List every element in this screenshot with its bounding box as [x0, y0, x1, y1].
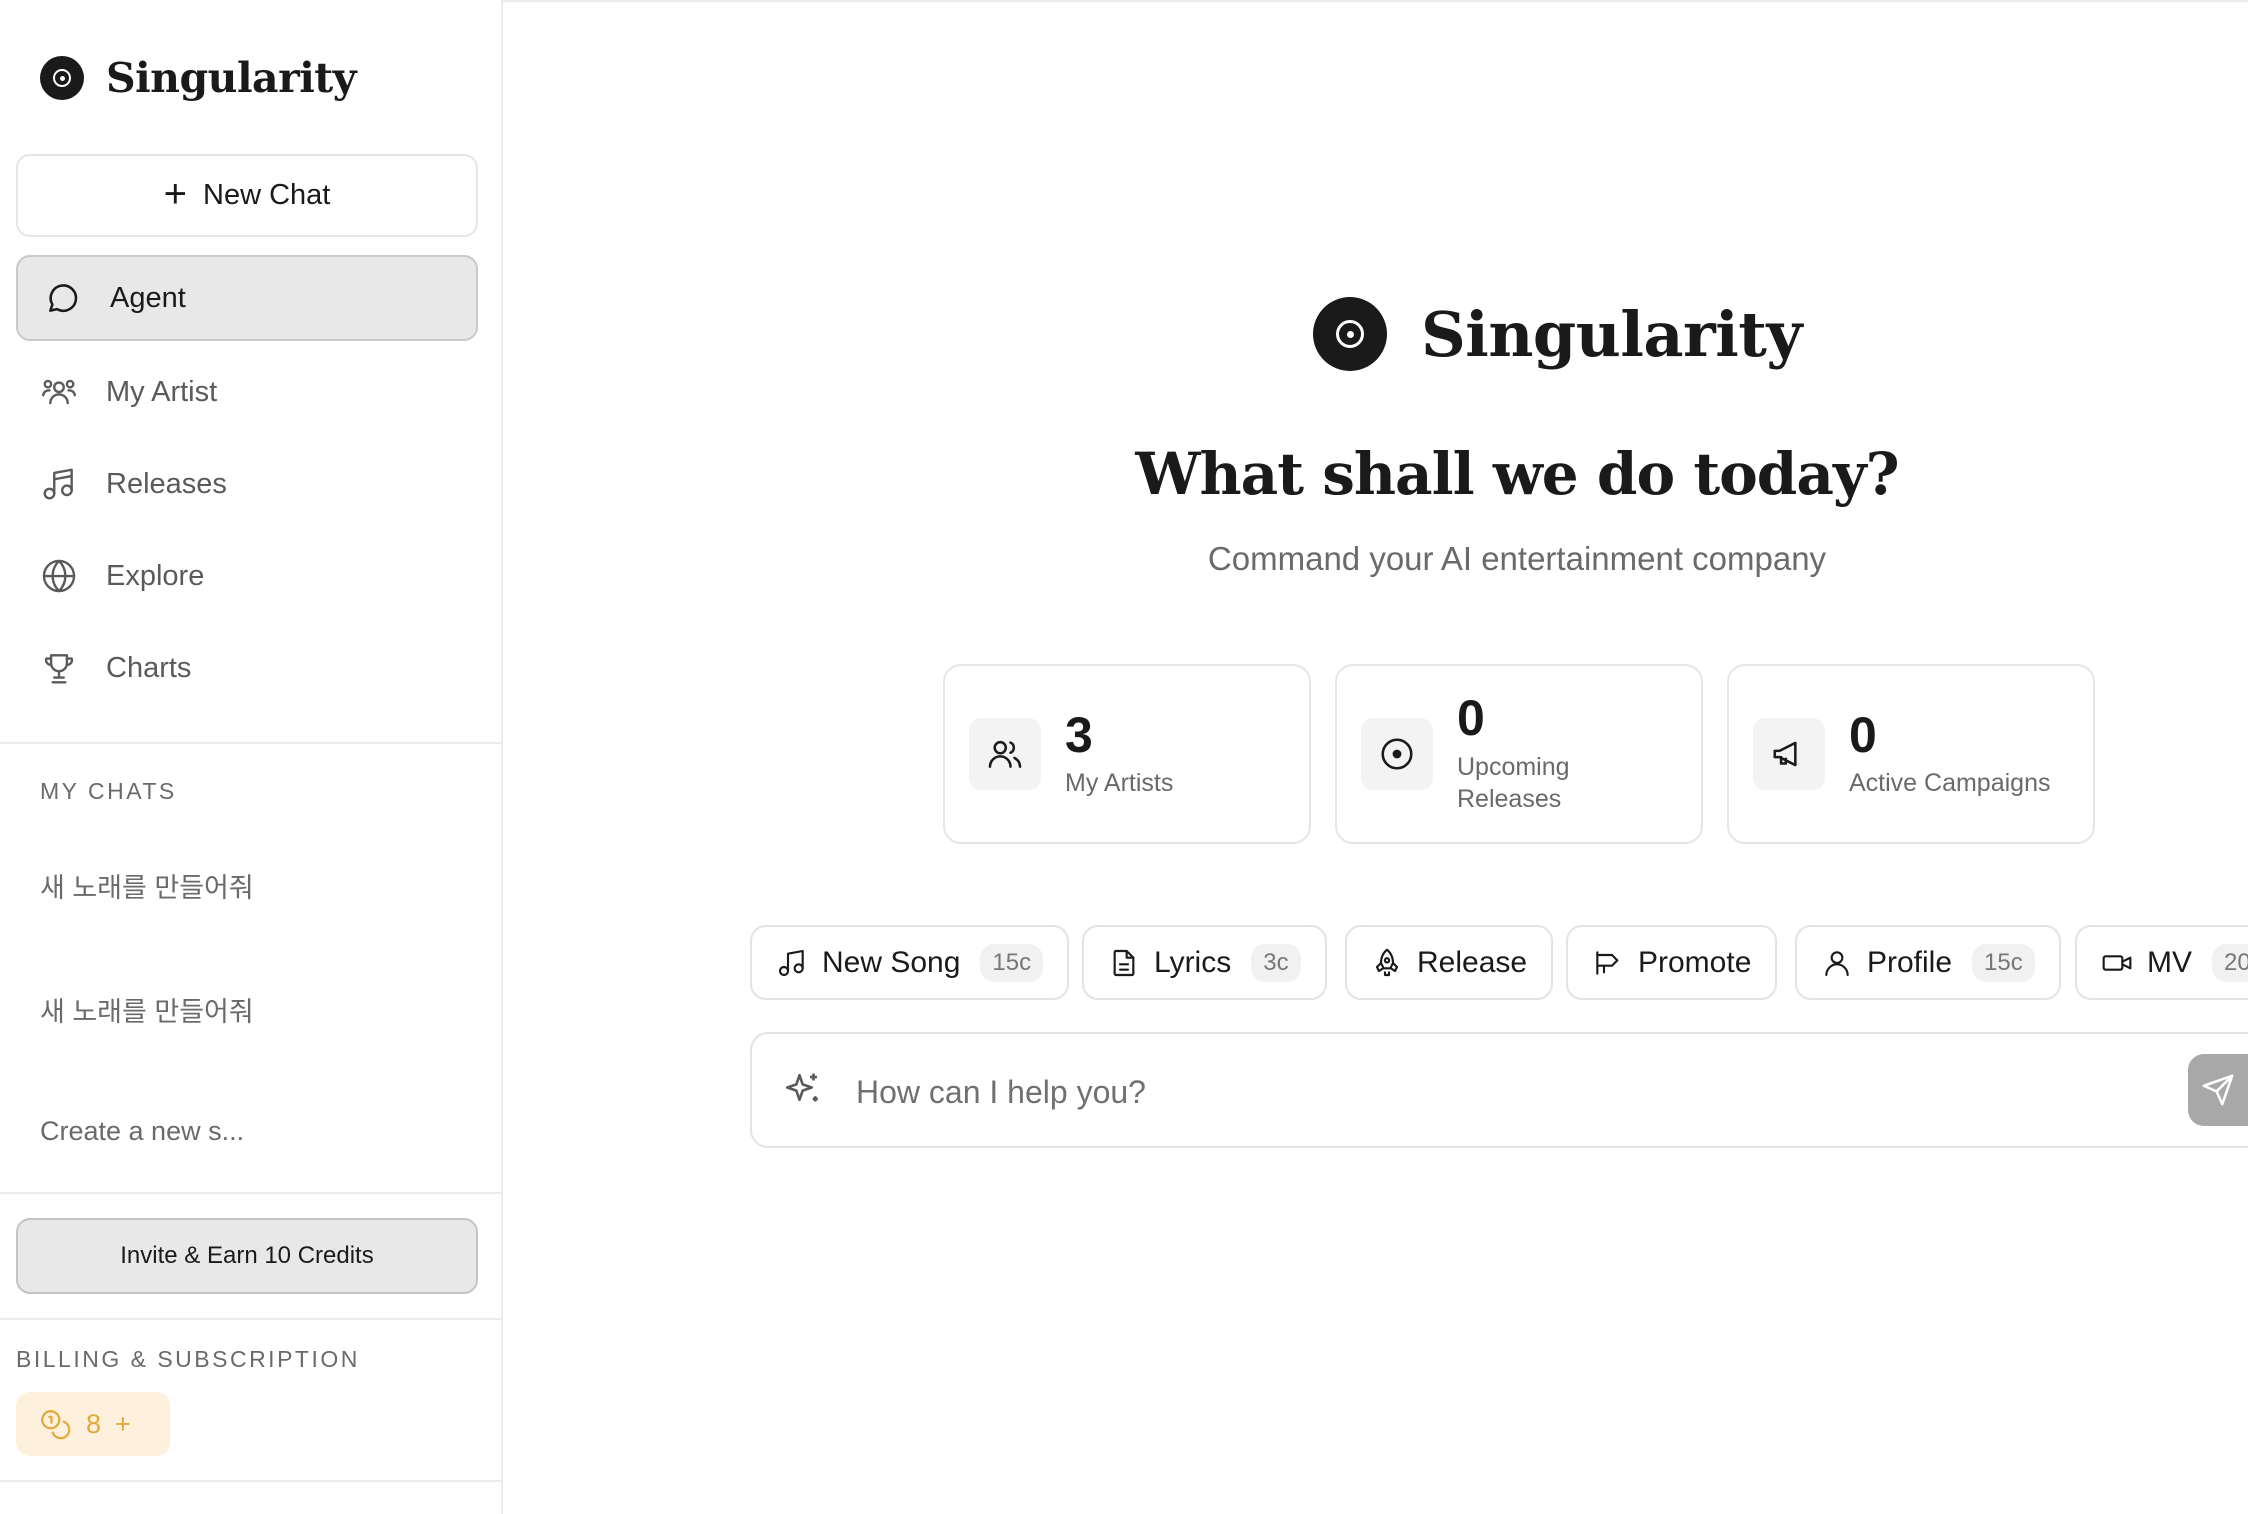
music-note-icon: [43, 468, 73, 500]
sidebar-divider: [0, 1192, 503, 1194]
megaphone-icon: [1773, 741, 1797, 767]
sidebar: Singularity + New Chat Agent My Artist R…: [0, 0, 503, 1514]
chat-history-item[interactable]: 새 노래를 만들어줘: [40, 990, 254, 1029]
sidebar-divider: [0, 742, 503, 744]
hero-brand: Singularity: [1313, 296, 1802, 372]
sparkle-icon: [785, 1073, 818, 1102]
stat-icon-box: [969, 718, 1041, 790]
logo-disc-icon: [1313, 297, 1387, 371]
sidebar-item-releases[interactable]: Releases: [16, 441, 478, 527]
sidebar-item-label: Explore: [106, 559, 205, 592]
video-icon: [2102, 954, 2132, 971]
sidebar-item-label: Releases: [106, 467, 227, 500]
credits-value: 8: [86, 1408, 102, 1439]
credits-badge[interactable]: 8 +: [16, 1392, 170, 1456]
send-icon: [2202, 1074, 2234, 1106]
disc-icon: [1381, 738, 1413, 770]
globe-icon: [42, 559, 76, 593]
send-button[interactable]: [2188, 1054, 2248, 1126]
sidebar-divider: [0, 1480, 503, 1482]
sidebar-item-label: Agent: [110, 281, 186, 314]
top-border: [503, 0, 2248, 2]
action-cost-badge: 15c: [980, 943, 1044, 982]
action-new-song[interactable]: New Song 15c: [750, 925, 1070, 1000]
action-label: MV: [2147, 945, 2192, 979]
prompt-input[interactable]: [856, 1062, 2106, 1122]
sidebar-item-label: Charts: [106, 651, 192, 684]
new-chat-button[interactable]: + New Chat: [16, 154, 478, 237]
stat-text: 3 My Artists: [1065, 706, 1174, 800]
action-label: Profile: [1867, 945, 1953, 979]
stat-label: My Artists: [1065, 769, 1174, 797]
coins-icon: [41, 1410, 71, 1440]
hero-brand-name: Singularity: [1421, 297, 1802, 371]
stat-text: 0 Upcoming Releases: [1457, 692, 1657, 816]
sidebar-item-my-artist[interactable]: My Artist: [16, 349, 478, 435]
users-icon: [41, 379, 77, 405]
stat-card-releases[interactable]: 0 Upcoming Releases: [1335, 664, 1703, 844]
action-promote[interactable]: Promote: [1566, 925, 1778, 1000]
stat-text: 0 Active Campaigns: [1849, 706, 2051, 800]
trophy-icon: [44, 654, 74, 684]
stat-card-artists[interactable]: 3 My Artists: [943, 664, 1311, 844]
action-release[interactable]: Release: [1345, 925, 1554, 1000]
logo-disc-icon: [40, 56, 84, 100]
stat-icon-box: [1753, 718, 1825, 790]
stat-icon-box: [1361, 718, 1433, 790]
users-icon: [988, 740, 1022, 768]
page-subheadline: Command your AI entertainment company: [1207, 540, 1827, 577]
chat-bubble-icon: [49, 284, 78, 313]
sidebar-item-label: My Artist: [106, 375, 218, 408]
stat-label: Upcoming Releases: [1457, 752, 1570, 814]
chat-history-item[interactable]: Create a new s...: [40, 1116, 244, 1147]
action-cost-badge: 15c: [1972, 943, 2035, 982]
action-cost-badge: 3c: [1251, 943, 1301, 982]
billing-title: BILLING & SUBSCRIPTION: [16, 1346, 360, 1372]
sidebar-item-explore[interactable]: Explore: [16, 533, 478, 619]
new-chat-label: New Chat: [203, 179, 331, 211]
user-icon: [1825, 950, 1849, 976]
action-label: Release: [1417, 945, 1528, 979]
add-credits-icon[interactable]: +: [115, 1409, 131, 1440]
action-cost-badge: 20: [2212, 943, 2248, 982]
sidebar-brand[interactable]: Singularity: [40, 50, 357, 106]
action-label: Lyrics: [1154, 945, 1232, 979]
sidebar-item-charts[interactable]: Charts: [16, 625, 478, 711]
document-icon: [1113, 949, 1135, 976]
prompt-box: [750, 1032, 2248, 1148]
stat-value: 0: [1457, 690, 1485, 747]
stat-value: 0: [1849, 706, 1877, 763]
chat-history-item[interactable]: 새 노래를 만들어줘: [40, 866, 254, 905]
action-lyrics[interactable]: Lyrics 3c: [1082, 925, 1327, 1000]
music-note-icon: [778, 949, 804, 976]
sidebar-item-agent[interactable]: Agent: [16, 255, 478, 341]
megaphone-icon: [1596, 950, 1619, 975]
invite-earn-button[interactable]: Invite & Earn 10 Credits: [16, 1218, 478, 1294]
action-mv[interactable]: MV 20: [2075, 925, 2248, 1000]
brand-name: Singularity: [106, 54, 357, 102]
sidebar-divider: [0, 1318, 503, 1320]
action-label: Promote: [1638, 945, 1752, 979]
plus-icon: +: [163, 171, 188, 216]
stat-value: 3: [1065, 706, 1093, 763]
action-label: New Song: [822, 945, 961, 979]
page-headline: What shall we do today?: [1135, 440, 1899, 508]
stat-card-campaigns[interactable]: 0 Active Campaigns: [1727, 664, 2095, 844]
stat-label: Active Campaigns: [1849, 769, 2051, 797]
rocket-icon: [1375, 948, 1399, 976]
action-profile[interactable]: Profile 15c: [1795, 925, 2061, 1000]
my-chats-title: MY CHATS: [40, 778, 177, 804]
